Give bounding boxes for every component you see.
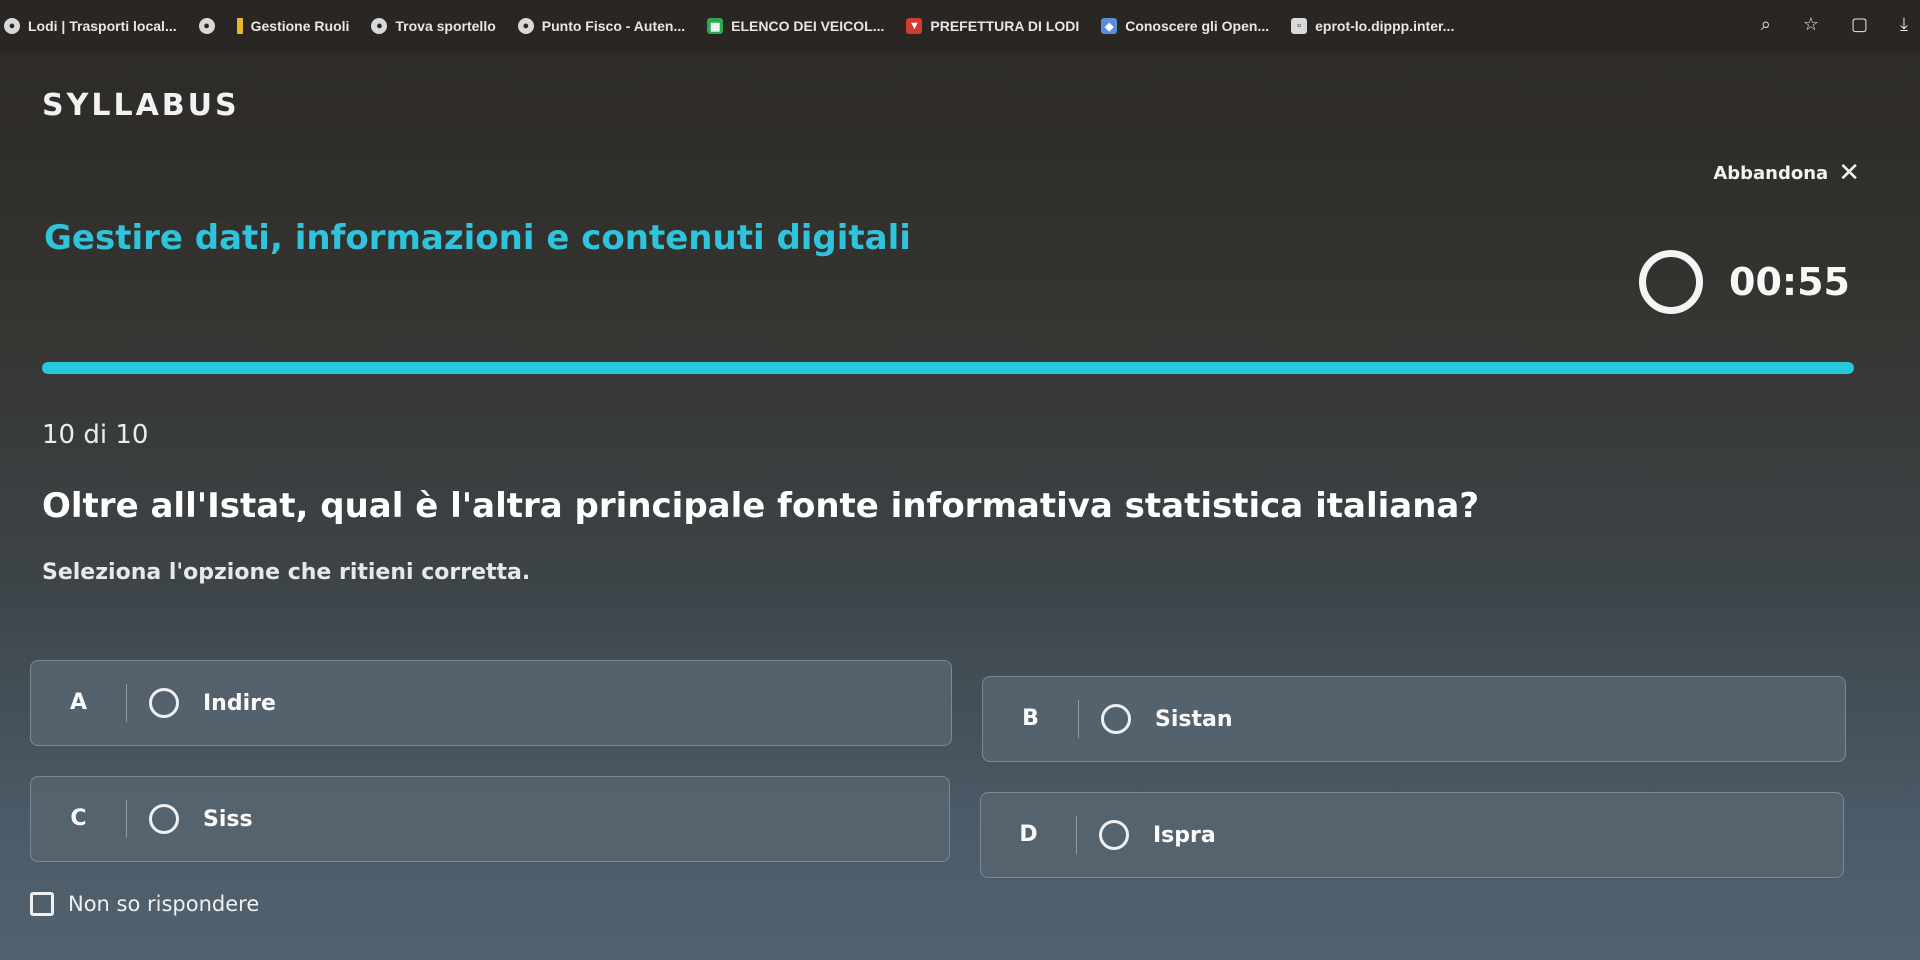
bookmark-prefettura[interactable]: ▼ PREFETTURA DI LODI (906, 18, 1079, 34)
option-label: Sistan (1155, 706, 1233, 732)
option-d[interactable]: D Ispra (980, 792, 1844, 878)
radio-icon[interactable] (1101, 704, 1131, 734)
bookmark-trasporti[interactable]: ● Lodi | Trasporti local... (4, 18, 177, 34)
bookmark-label: Lodi | Trasporti local... (28, 18, 177, 34)
option-c[interactable]: C Siss (30, 776, 950, 862)
quiz-title: Gestire dati, informazioni e contenuti d… (44, 218, 911, 258)
timer: 00:55 (1639, 250, 1850, 314)
bookmark-conoscere[interactable]: ◆ Conoscere gli Open... (1101, 18, 1269, 34)
option-a[interactable]: A Indire (30, 660, 952, 746)
option-b[interactable]: B Sistan (982, 676, 1846, 762)
bookmark-elenco-veicoli[interactable]: ▦ ELENCO DEI VEICOL... (707, 18, 884, 34)
bookmark-eprot[interactable]: ▫ eprot-lo.dippp.inter... (1291, 18, 1454, 34)
option-label: Indire (203, 690, 276, 716)
bookmarks-bar: ● Lodi | Trasporti local... ● Gestione R… (0, 0, 1920, 52)
bookmark-label: eprot-lo.dippp.inter... (1315, 18, 1455, 34)
bookmark-label: Trova sportello (395, 18, 496, 34)
bookmark-label: ELENCO DEI VEICOL... (731, 18, 885, 34)
option-letter: C (31, 800, 127, 838)
bookmark-gestione-ruoli[interactable]: Gestione Ruoli (236, 18, 350, 34)
bookmark-label: Conoscere gli Open... (1125, 18, 1270, 34)
checkbox[interactable] (30, 892, 54, 916)
timer-value: 00:55 (1729, 260, 1850, 304)
extension-icon[interactable]: ▢ (1851, 14, 1868, 35)
option-letter: A (31, 684, 127, 722)
bookmark-icon (236, 18, 243, 34)
globe-icon: ● (198, 18, 215, 34)
globe-icon: ● (4, 18, 20, 34)
bookmark-punto-fisco[interactable]: ● Punto Fisco - Auten... (517, 18, 686, 34)
bookmark-label: Gestione Ruoli (250, 18, 350, 34)
globe-icon: ● (371, 18, 388, 34)
abandon-button[interactable]: Abbandona ✕ (1713, 160, 1860, 186)
site-icon: ◆ (1101, 18, 1118, 34)
abandon-label: Abbandona (1713, 162, 1829, 184)
question-text: Oltre all'Istat, qual è l'altra principa… (42, 486, 1480, 526)
timer-ring-icon (1639, 250, 1704, 314)
globe-icon: ● (517, 18, 534, 34)
option-letter: D (981, 816, 1077, 854)
close-icon: ✕ (1838, 158, 1860, 188)
dont-know-label: Non so rispondere (68, 892, 260, 916)
download-icon[interactable]: ⤓ (1900, 14, 1908, 35)
option-label: Siss (203, 806, 253, 832)
bookmark-globe[interactable]: ● (198, 18, 215, 34)
page-icon: ▫ (1291, 18, 1308, 34)
star-icon[interactable]: ☆ (1803, 14, 1819, 35)
sheet-icon: ▦ (707, 18, 724, 34)
progress-bar (42, 362, 1854, 374)
radio-icon[interactable] (149, 804, 179, 834)
syllabus-logo: SYLLABUS (42, 88, 240, 123)
shield-icon: ▼ (906, 18, 923, 34)
bookmark-label: PREFETTURA DI LODI (930, 18, 1080, 34)
bookmark-label: Punto Fisco - Auten... (541, 18, 686, 34)
option-label: Ispra (1153, 822, 1216, 848)
progress-fill (42, 362, 1854, 374)
browser-toolbar: ⌕ ☆ ▢ ⤓ (1761, 14, 1908, 35)
option-letter: B (983, 700, 1079, 738)
question-counter: 10 di 10 (42, 420, 149, 450)
dont-know-option[interactable]: Non so rispondere (30, 892, 259, 916)
zoom-icon[interactable]: ⌕ (1761, 14, 1771, 35)
radio-icon[interactable] (1099, 820, 1129, 850)
bookmark-trova-sportello[interactable]: ● Trova sportello (371, 18, 496, 34)
instruction-text: Seleziona l'opzione che ritieni corretta… (42, 560, 531, 585)
radio-icon[interactable] (149, 688, 179, 718)
